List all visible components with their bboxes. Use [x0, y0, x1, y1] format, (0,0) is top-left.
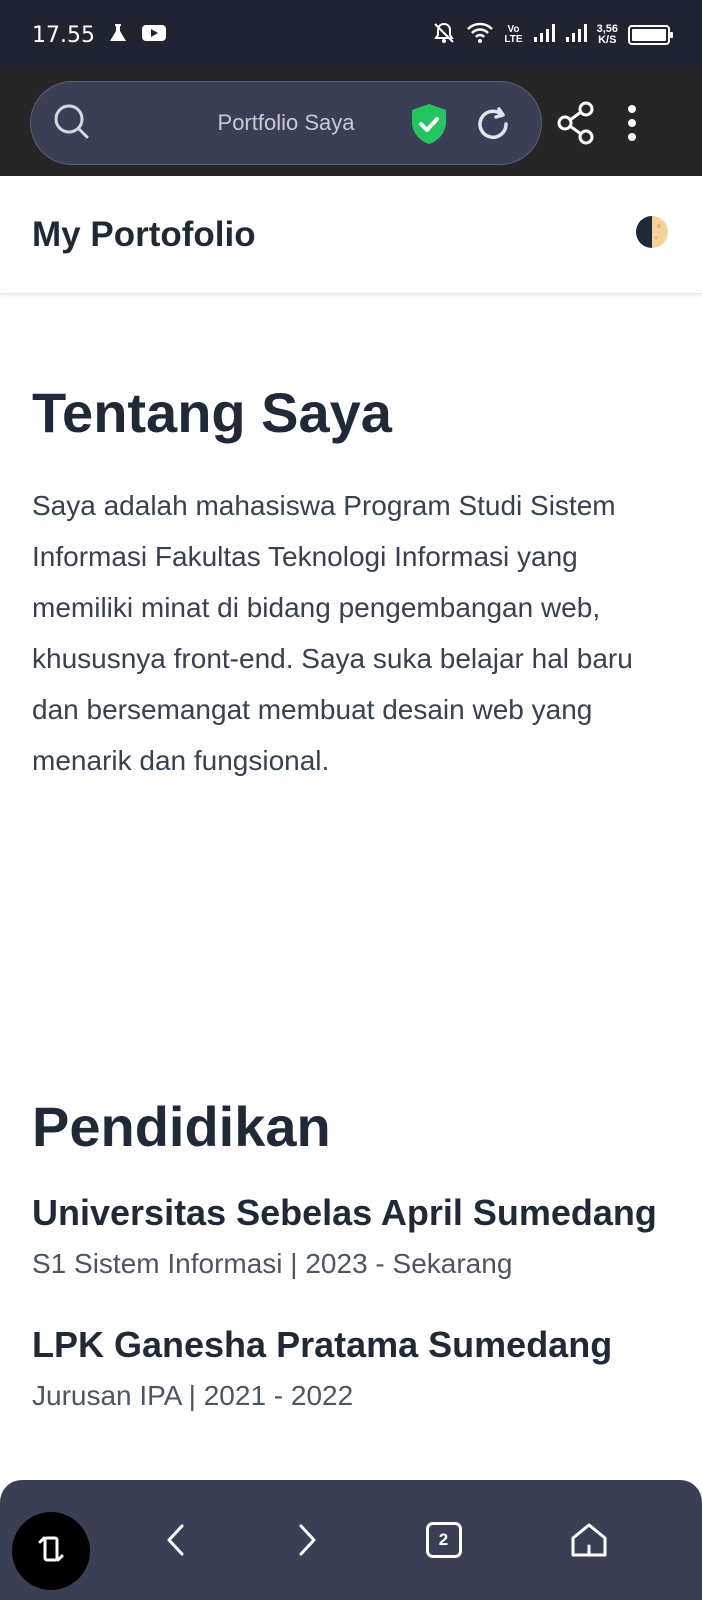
- forward-icon[interactable]: [295, 1522, 319, 1558]
- about-title: Tentang Saya: [32, 381, 392, 444]
- wifi-icon: [466, 21, 494, 50]
- shield-check-icon[interactable]: [409, 102, 449, 151]
- flask-icon: [107, 22, 129, 49]
- site-title[interactable]: My Portofolio: [32, 215, 256, 255]
- tab-count: 2: [425, 1522, 462, 1558]
- tabs-button[interactable]: 2: [425, 1522, 462, 1558]
- education-item-name: LPK Ganesha Pratama Sumedang: [32, 1324, 613, 1365]
- battery-icon: [628, 25, 673, 45]
- search-icon[interactable]: [51, 101, 91, 146]
- youtube-icon: [141, 23, 167, 48]
- education-item: LPK Ganesha Pratama Sumedang Jurusan IPA…: [32, 1324, 682, 1412]
- net-speed-unit: K/S: [598, 34, 617, 46]
- browser-actions: [556, 101, 638, 145]
- volte-indicator: Vo LTE: [504, 25, 522, 45]
- status-left: 17.55: [32, 22, 167, 49]
- about-text: Saya adalah mahasiswa Program Studi Sist…: [32, 490, 633, 776]
- signal-icon-sim1: [533, 23, 555, 48]
- education-item-detail: S1 Sistem Informasi | 2023 - Sekarang: [32, 1248, 513, 1279]
- rotate-icon: [36, 1532, 66, 1571]
- battery-level: [632, 29, 666, 41]
- education-title: Pendidikan: [32, 1095, 331, 1158]
- theme-toggle-icon[interactable]: [634, 214, 670, 255]
- site-header: My Portofolio: [0, 176, 702, 294]
- address-bar[interactable]: Portfolio Saya: [30, 81, 542, 165]
- education-item-detail: Jurusan IPA | 2021 - 2022: [32, 1380, 354, 1411]
- more-options-icon[interactable]: [626, 103, 638, 143]
- net-speed: 3,56 K/S: [597, 24, 618, 46]
- address-text[interactable]: Portfolio Saya: [91, 110, 521, 136]
- browser-toolbar: Portfolio Saya: [0, 70, 702, 176]
- status-time: 17.55: [32, 22, 95, 48]
- signal-icon-sim2: [565, 23, 587, 48]
- rotate-screen-button[interactable]: [12, 1512, 90, 1590]
- share-icon[interactable]: [556, 101, 596, 145]
- status-bar: 17.55 Vo LTE 3,56 K/S: [0, 0, 702, 70]
- education-item-name: Universitas Sebelas April Sumedang: [32, 1192, 657, 1233]
- reload-icon[interactable]: [473, 104, 513, 149]
- bell-muted-icon: [432, 21, 456, 50]
- browser-bottom-nav: 2: [0, 1480, 702, 1600]
- home-icon[interactable]: [569, 1520, 609, 1560]
- back-icon[interactable]: [164, 1522, 188, 1558]
- status-right: Vo LTE 3,56 K/S: [432, 21, 673, 50]
- volte-bottom: LTE: [504, 34, 523, 45]
- education-item: Universitas Sebelas April Sumedang S1 Si…: [32, 1192, 682, 1280]
